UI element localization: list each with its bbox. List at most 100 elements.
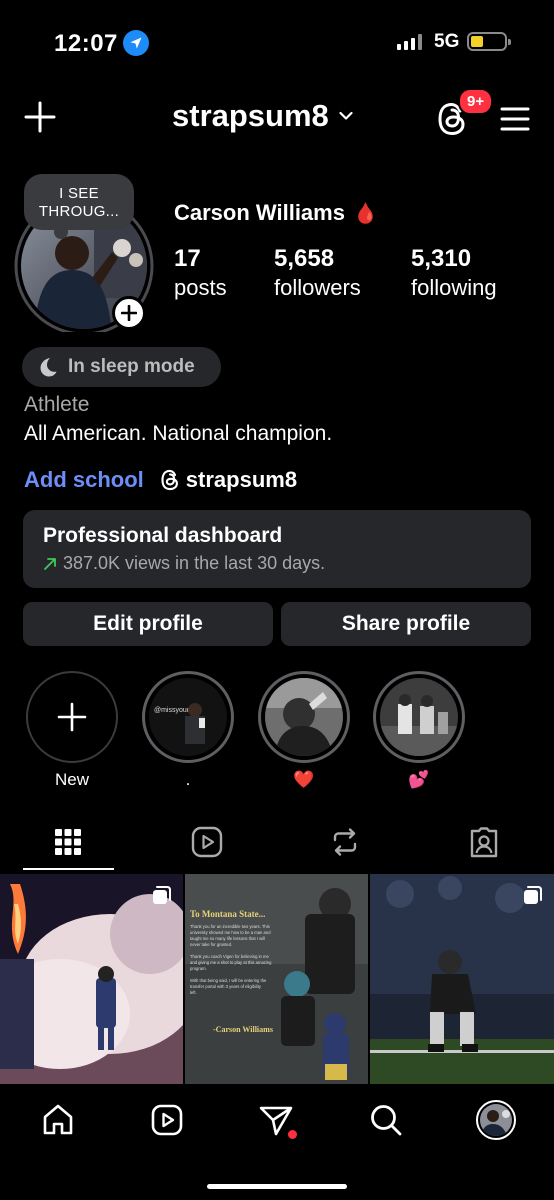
profile-bio: All American. National champion. bbox=[24, 422, 333, 445]
highlight-item[interactable]: 💕 bbox=[373, 671, 465, 791]
highlight-cover-image: @missyoudad bbox=[149, 678, 227, 756]
highlight-new[interactable]: New bbox=[26, 671, 118, 791]
battery-icon bbox=[467, 32, 511, 51]
post-thumbnail[interactable]: To Montana State... Thank you for an inc… bbox=[185, 874, 368, 1084]
stat-following[interactable]: 5,310 following bbox=[411, 244, 521, 302]
stat-value: 5,310 bbox=[411, 245, 472, 272]
account-switcher[interactable]: strapsum8 bbox=[172, 98, 353, 134]
post-image: To Montana State... Thank you for an inc… bbox=[185, 874, 368, 1084]
highlight-label: ❤️ bbox=[293, 770, 315, 789]
edit-profile-button[interactable]: Edit profile bbox=[23, 602, 273, 646]
highlight-cover bbox=[373, 671, 465, 763]
plus-icon bbox=[57, 702, 87, 732]
highlight-cover-image bbox=[380, 678, 458, 756]
signal-icon bbox=[397, 34, 422, 50]
post-letter-line: With that being said, I will be entering… bbox=[190, 978, 267, 983]
highlight-item[interactable]: @missyoudad . bbox=[142, 671, 234, 791]
professional-dashboard[interactable]: Professional dashboard 387.0K views in t… bbox=[23, 510, 531, 588]
post-letter-line: left. bbox=[190, 990, 197, 995]
create-button[interactable] bbox=[24, 101, 56, 133]
active-tab-indicator bbox=[23, 868, 114, 870]
home-icon bbox=[43, 1104, 73, 1135]
grid-icon bbox=[55, 829, 81, 855]
tab-tagged[interactable] bbox=[439, 818, 529, 866]
nav-reels[interactable] bbox=[147, 1100, 187, 1140]
add-story-button[interactable] bbox=[112, 296, 146, 330]
post-letter-line: taught me so many life lessons that I wi… bbox=[190, 936, 265, 941]
sleep-mode-status[interactable]: In sleep mode bbox=[22, 347, 221, 387]
profile-category: Athlete bbox=[24, 393, 90, 416]
nav-home[interactable] bbox=[38, 1100, 78, 1140]
post-letter-line: transfer portal with 3 years of eligibil… bbox=[190, 984, 262, 989]
tagged-icon bbox=[470, 827, 498, 858]
post-letter-heading: To Montana State... bbox=[190, 909, 265, 919]
plus-icon bbox=[121, 305, 137, 321]
tab-reels[interactable] bbox=[162, 818, 252, 866]
stat-posts[interactable]: 17 posts bbox=[174, 244, 274, 302]
stat-value: 5,658 bbox=[274, 245, 335, 272]
threads-profile-link[interactable]: strapsum8 bbox=[160, 467, 297, 493]
post-letter-line: never take for granted. bbox=[190, 942, 232, 947]
dashboard-title: Professional dashboard bbox=[43, 524, 283, 547]
highlight-label: New bbox=[54, 770, 89, 789]
stat-followers[interactable]: 5,658 followers bbox=[274, 244, 411, 302]
profile-links: Add school strapsum8 bbox=[24, 467, 297, 493]
highlight-label: 💕 bbox=[408, 770, 430, 789]
home-indicator bbox=[207, 1184, 347, 1189]
threads-handle: strapsum8 bbox=[185, 467, 298, 492]
username: strapsum8 bbox=[172, 98, 329, 133]
full-name-text: Carson Williams bbox=[174, 200, 345, 225]
post-letter-signature: -Carson Williams bbox=[213, 1025, 273, 1034]
profile-avatar-icon bbox=[476, 1100, 516, 1140]
nav-direct[interactable] bbox=[256, 1100, 297, 1140]
highlight-cover: @missyoudad bbox=[142, 671, 234, 763]
location-arrow-icon bbox=[123, 30, 149, 56]
post-thumbnail[interactable] bbox=[370, 874, 554, 1084]
chevron-down-icon bbox=[339, 111, 353, 120]
highlight-label: . bbox=[185, 770, 191, 789]
nav-profile[interactable] bbox=[476, 1100, 516, 1140]
menu-button[interactable] bbox=[500, 106, 530, 132]
add-school-link[interactable]: Add school bbox=[24, 467, 144, 493]
tab-grid[interactable] bbox=[23, 818, 113, 866]
post-letter-line: university showed me how to be a man and bbox=[190, 930, 271, 935]
full-name: Carson Williams 🩸 bbox=[174, 200, 378, 226]
reels-icon bbox=[151, 1104, 183, 1136]
highlight-cover bbox=[258, 671, 350, 763]
status-bar: 12:07 5G bbox=[0, 0, 554, 80]
name-emoji: 🩸 bbox=[352, 202, 378, 225]
trend-up-icon bbox=[44, 557, 56, 570]
plus-icon bbox=[24, 101, 56, 133]
stat-label: following bbox=[411, 275, 497, 300]
tab-reposts[interactable] bbox=[300, 818, 390, 866]
post-thumbnail[interactable] bbox=[0, 874, 183, 1084]
hamburger-menu-icon bbox=[500, 107, 530, 131]
post-letter-line: program. bbox=[190, 966, 207, 971]
profile-header: strapsum8 9+ bbox=[0, 88, 554, 142]
moon-icon bbox=[40, 358, 57, 377]
highlight-cover-image bbox=[265, 678, 343, 756]
note-bubble[interactable]: I SEE THROUG... bbox=[24, 174, 134, 239]
network-type: 5G bbox=[434, 31, 460, 52]
dashboard-subtitle: 387.0K views in the last 30 days. bbox=[63, 553, 326, 573]
stat-value: 17 bbox=[174, 245, 201, 272]
stat-label: posts bbox=[174, 275, 227, 300]
search-icon bbox=[371, 1105, 402, 1136]
notification-badge: 9+ bbox=[458, 88, 494, 115]
profile-stats: 17 posts 5,658 followers 5,310 following bbox=[174, 244, 521, 302]
sleep-mode-label: In sleep mode bbox=[68, 356, 195, 377]
dashboard-subtitle-row: 387.0K views in the last 30 days. bbox=[43, 553, 511, 574]
reels-icon bbox=[191, 826, 223, 858]
carousel-icon bbox=[153, 886, 171, 904]
bottom-navigation bbox=[0, 1084, 554, 1200]
unread-dot bbox=[288, 1130, 297, 1139]
post-letter-line: and giving me a shot to play at this ama… bbox=[190, 960, 272, 965]
threads-icon bbox=[161, 469, 178, 491]
highlight-item[interactable]: ❤️ bbox=[258, 671, 350, 791]
post-grid: To Montana State... Thank you for an inc… bbox=[0, 874, 554, 1084]
share-profile-button[interactable]: Share profile bbox=[281, 602, 531, 646]
nav-search[interactable] bbox=[366, 1100, 406, 1140]
status-time: 12:07 bbox=[54, 30, 118, 57]
carousel-icon bbox=[524, 886, 542, 904]
post-letter-line: Thank you coach Vigen for believing in m… bbox=[190, 954, 270, 959]
